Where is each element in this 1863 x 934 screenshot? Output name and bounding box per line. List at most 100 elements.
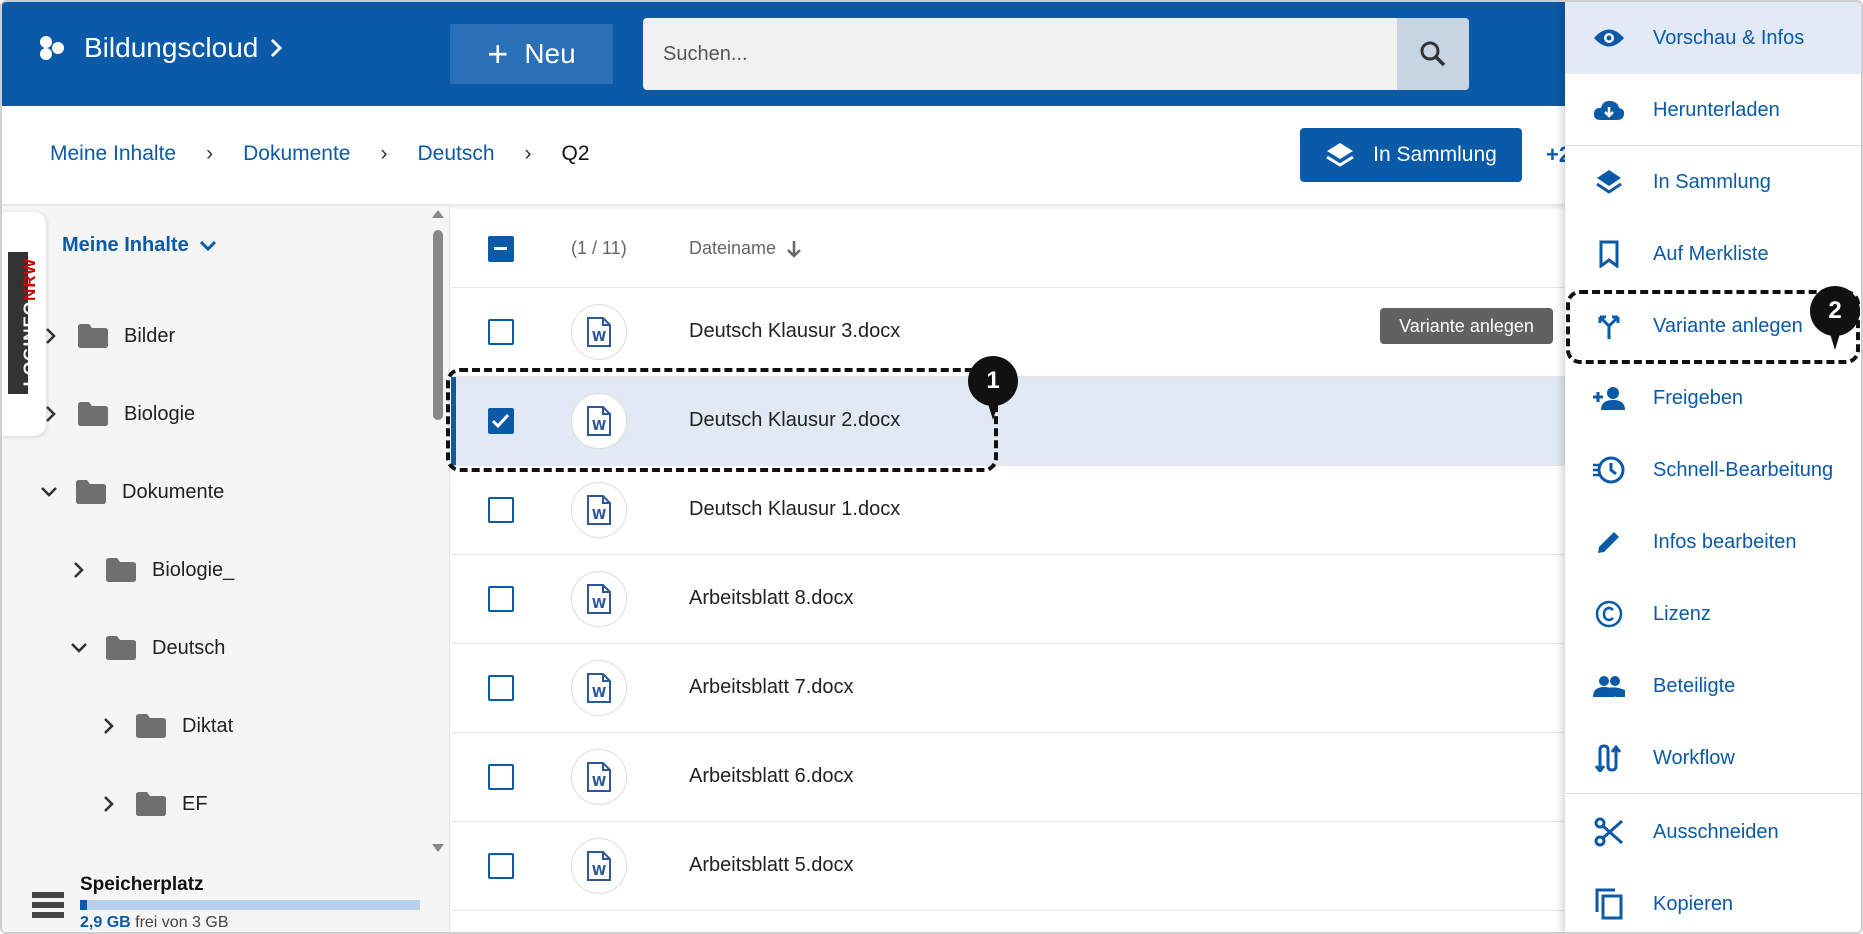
tree-item-label: Dokumente: [122, 480, 225, 503]
tree-item[interactable]: Dokumente: [40, 480, 224, 504]
menu-item-participants[interactable]: Beteiligte: [1565, 650, 1861, 722]
menu-item-label: Vorschau & Infos: [1653, 26, 1805, 49]
tree-toggle[interactable]: [70, 642, 88, 654]
plus-icon: +: [487, 33, 509, 74]
logineo-badge[interactable]: LOGINEONRW: [2, 212, 46, 436]
menu-item-bookmark[interactable]: Auf Merkliste: [1565, 218, 1861, 290]
storage-usage-text: 2,9 GB frei von 3 GB: [80, 914, 229, 932]
tree-toggle[interactable]: [42, 327, 60, 345]
tree-item[interactable]: EF: [100, 792, 208, 816]
logineo-text: LOGINEO: [20, 300, 39, 387]
chevron-right-icon[interactable]: [103, 717, 115, 735]
chevron-down-icon[interactable]: [70, 642, 88, 654]
quick-edit-history-icon: [1593, 456, 1625, 484]
row-checkbox[interactable]: [488, 675, 514, 701]
file-list-header: (1 / 11) Dateiname: [451, 210, 1565, 288]
menu-item-edit-info[interactable]: Infos bearbeiten: [1565, 506, 1861, 578]
chevron-right-icon: ›: [206, 142, 214, 165]
add-to-collection-button[interactable]: In Sammlung: [1300, 128, 1522, 182]
eye-icon: [1594, 29, 1624, 47]
tree-toggle[interactable]: [100, 795, 118, 813]
file-name[interactable]: Deutsch Klausur 1.docx: [689, 498, 900, 521]
menu-item-label: Kopieren: [1653, 892, 1734, 915]
row-checkbox[interactable]: [488, 586, 514, 612]
marker-1-pointer: [985, 394, 1001, 420]
brand-link[interactable]: Bildungscloud: [36, 32, 284, 64]
file-row[interactable]: W Arbeitsblatt 5.docx: [451, 822, 1565, 911]
tree-toggle[interactable]: [42, 405, 60, 423]
tree-item-label: Biologie: [124, 402, 196, 425]
row-checkbox[interactable]: [488, 497, 514, 523]
chevron-right-icon: [271, 38, 283, 58]
menu-item-download[interactable]: Herunterladen: [1565, 74, 1861, 146]
tree-item[interactable]: Deutsch: [70, 636, 225, 660]
tree-item[interactable]: Biologie_: [70, 558, 234, 582]
annotation-marker-1: 1: [968, 356, 1018, 420]
file-name[interactable]: Arbeitsblatt 5.docx: [689, 854, 854, 877]
tree-toggle[interactable]: [40, 486, 58, 498]
chevron-right-icon[interactable]: [73, 561, 85, 579]
folder-icon: [106, 636, 136, 660]
tree-toggle[interactable]: [70, 561, 88, 579]
word-document-icon: W: [571, 660, 627, 716]
chevron-right-icon[interactable]: [103, 795, 115, 813]
chevron-right-icon[interactable]: [45, 327, 57, 345]
file-name[interactable]: Deutsch Klausur 3.docx: [689, 320, 900, 343]
menu-item-label: Lizenz: [1653, 602, 1711, 625]
sort-by-filename[interactable]: Dateiname: [689, 238, 802, 259]
menu-item-preview-info[interactable]: Vorschau & Infos: [1565, 2, 1861, 74]
app-frame: Bildungscloud + Neu Meine Inhalte › Doku…: [0, 0, 1863, 934]
breadcrumb-item-deutsch[interactable]: Deutsch: [417, 142, 494, 166]
sidebar-title-dropdown[interactable]: Meine Inhalte: [62, 234, 217, 257]
word-document-icon: W: [571, 838, 627, 894]
file-name[interactable]: Arbeitsblatt 7.docx: [689, 676, 854, 699]
sidebar-scrollbar-thumb[interactable]: [433, 230, 443, 420]
arrow-down-icon: [787, 240, 801, 258]
tree-toggle[interactable]: [100, 717, 118, 735]
file-row[interactable]: W Deutsch Klausur 1.docx: [451, 466, 1565, 555]
menu-item-quick-edit[interactable]: Schnell-Bearbeitung: [1565, 434, 1861, 506]
chevron-down-icon[interactable]: [40, 486, 58, 498]
file-row[interactable]: W Arbeitsblatt 7.docx: [451, 644, 1565, 733]
layers-icon: [1596, 170, 1622, 194]
menu-item-cut[interactable]: Ausschneiden: [1565, 796, 1861, 868]
row-checkbox[interactable]: [488, 319, 514, 345]
marker-2-pointer: [1827, 324, 1843, 350]
menu-item-icon: [1589, 98, 1629, 122]
row-checkbox[interactable]: [488, 764, 514, 790]
file-name[interactable]: Arbeitsblatt 8.docx: [689, 587, 854, 610]
menu-item-icon: [1589, 168, 1629, 196]
tree-item-label: Deutsch: [152, 636, 226, 659]
logineo-badge-text: LOGINEONRW: [20, 258, 40, 387]
breadcrumb-item-dokumente[interactable]: Dokumente: [243, 142, 350, 166]
breadcrumb-item-meine-inhalte[interactable]: Meine Inhalte: [50, 142, 176, 166]
search-button[interactable]: [1397, 18, 1469, 90]
chevron-right-icon: ›: [380, 142, 388, 165]
menu-item-icon: [1589, 744, 1629, 772]
menu-item-share[interactable]: Freigeben: [1565, 362, 1861, 434]
tree-item[interactable]: Diktat: [100, 714, 233, 738]
menu-item-in-collection[interactable]: In Sammlung: [1565, 146, 1861, 218]
row-checkbox[interactable]: [488, 853, 514, 879]
file-row[interactable]: W Arbeitsblatt 8.docx: [451, 555, 1565, 644]
file-name[interactable]: Arbeitsblatt 6.docx: [689, 765, 854, 788]
chevron-down-icon: [199, 240, 216, 251]
word-document-icon: W: [571, 304, 627, 360]
tree-item[interactable]: Biologie: [42, 402, 195, 426]
menu-item-label: Beteiligte: [1653, 674, 1736, 697]
new-button[interactable]: + Neu: [450, 24, 613, 84]
chevron-right-icon[interactable]: [45, 405, 57, 423]
file-row[interactable]: W Arbeitsblatt 6.docx: [451, 733, 1565, 822]
tree-item-label: Bilder: [124, 324, 176, 347]
menu-item-license[interactable]: Lizenz: [1565, 578, 1861, 650]
menu-item-copy[interactable]: Kopieren: [1565, 868, 1861, 932]
workflow-icon: [1594, 744, 1622, 772]
search-bar: [643, 18, 1469, 90]
menu-item-icon: [1589, 888, 1629, 920]
tree-item[interactable]: Bilder: [42, 324, 175, 348]
select-all-checkbox[interactable]: [488, 236, 514, 262]
search-input[interactable]: [643, 18, 1397, 90]
menu-item-workflow[interactable]: Workflow: [1565, 722, 1861, 794]
folder-icon: [78, 324, 108, 348]
sidebar-scrollbar[interactable]: [430, 208, 446, 854]
